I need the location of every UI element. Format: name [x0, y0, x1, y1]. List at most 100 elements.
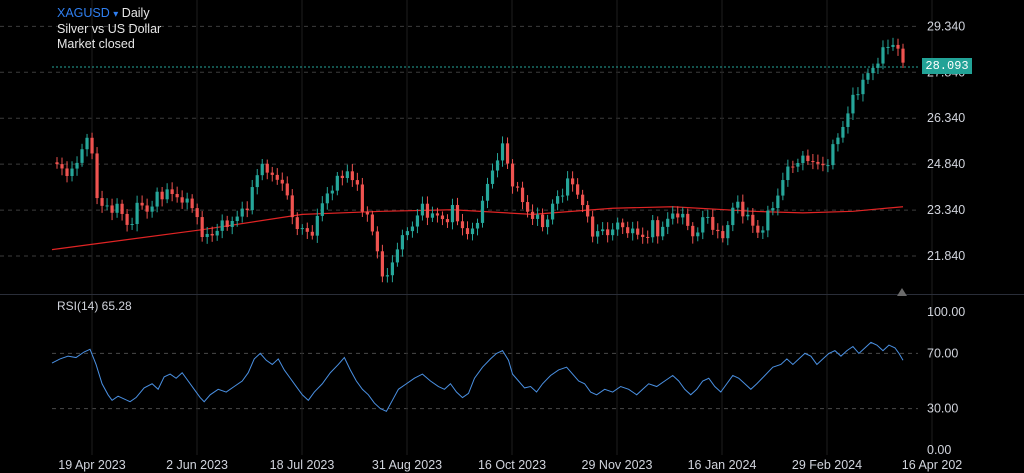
price-axis[interactable]: 29.34027.84026.34024.84023.34021.840: [927, 19, 965, 263]
candle-down: [245, 208, 249, 211]
scroll-marker-icon[interactable]: [897, 288, 907, 296]
candle-down: [360, 184, 364, 212]
candle-up: [410, 226, 415, 232]
candle-down: [170, 189, 174, 194]
candle-down: [290, 195, 294, 218]
candle-down: [505, 143, 510, 164]
candle-up: [490, 170, 495, 184]
candle-down: [125, 213, 129, 225]
candle-up: [796, 163, 800, 167]
candle-up: [315, 215, 319, 236]
candle-up: [260, 163, 264, 176]
candle-up: [776, 195, 780, 209]
candle-up: [881, 47, 885, 64]
candle-down: [145, 205, 149, 212]
candle-up: [85, 137, 89, 150]
candle-down: [55, 162, 59, 165]
candle-up: [866, 73, 870, 80]
candle-up: [846, 113, 850, 127]
candle-up: [165, 189, 169, 200]
candle-down: [816, 161, 820, 164]
candle-down: [791, 166, 795, 168]
candle-up: [596, 231, 600, 237]
candle-down: [525, 202, 530, 212]
candle-up: [826, 165, 830, 167]
candle-down: [190, 198, 194, 209]
price-tick-label: 21.840: [927, 249, 965, 263]
candle-up: [495, 160, 500, 171]
candle-down: [365, 211, 369, 215]
price-tick-label: 29.340: [927, 19, 965, 33]
candle-down: [465, 228, 470, 235]
candle-up: [230, 220, 234, 227]
time-tick-label: 16 Oct 2023: [478, 458, 546, 472]
candle-down: [811, 161, 815, 163]
candle-up: [80, 149, 84, 163]
candle-up: [485, 183, 490, 201]
candle-up: [205, 233, 209, 238]
candle-down: [756, 225, 760, 233]
candle-down: [120, 203, 124, 214]
candle-up: [255, 175, 259, 188]
candle-up: [430, 213, 435, 218]
candle-down: [656, 220, 660, 237]
candle-up: [400, 235, 405, 250]
candle-down: [716, 229, 720, 232]
candle-up: [345, 171, 349, 179]
candle-up: [761, 230, 765, 233]
candle-down: [295, 217, 299, 230]
candle-down: [355, 180, 359, 185]
rsi-axis[interactable]: 100.00 70.00 30.00 0.00: [927, 305, 965, 457]
candle-up: [616, 222, 620, 230]
candle-down: [571, 178, 575, 185]
candle-up: [75, 162, 79, 169]
rsi-line: [51, 341, 904, 413]
candle-up: [831, 144, 835, 166]
time-tick-label: 29 Feb 2024: [792, 458, 862, 472]
chart-canvas[interactable]: 29.34027.84026.34024.84023.34021.840 100…: [0, 0, 1024, 473]
candle-down: [175, 193, 179, 198]
candle-down: [741, 201, 745, 217]
candle-up: [701, 217, 705, 233]
candle-up: [105, 205, 109, 207]
time-axis[interactable]: 19 Apr 2023 2 Jun 2023 18 Jul 2023 31 Aug 2…: [58, 458, 962, 472]
candle-down: [140, 202, 144, 206]
candle-up: [330, 190, 334, 194]
candle-down: [375, 231, 379, 252]
candle-down: [821, 163, 825, 166]
candle-up: [771, 208, 775, 211]
candle-up: [706, 216, 710, 218]
candle-down: [515, 186, 520, 188]
candle-up: [696, 232, 700, 237]
candle-up: [566, 178, 570, 196]
candle-series: [55, 37, 905, 283]
symbol-header[interactable]: XAGUSD ▾ Daily: [57, 6, 150, 20]
candle-up: [786, 166, 790, 181]
candle-down: [711, 216, 715, 230]
candle-down: [435, 213, 440, 216]
candle-down: [806, 155, 810, 162]
candle-down: [270, 172, 274, 175]
candle-up: [500, 143, 505, 161]
rsi-indicator-label[interactable]: RSI(14) 65.28: [57, 299, 132, 313]
candle-up: [475, 222, 480, 229]
candle-up: [781, 180, 785, 196]
candle-down: [621, 222, 625, 228]
candle-up: [671, 213, 675, 219]
candle-up: [836, 137, 840, 145]
candle-up: [681, 213, 685, 218]
symbol-name[interactable]: XAGUSD: [57, 6, 110, 20]
symbol-description: Silver vs US Dollar: [57, 22, 162, 36]
candle-down: [110, 205, 114, 213]
candle-down: [380, 251, 384, 277]
candle-down: [425, 203, 430, 218]
candle-up: [235, 216, 239, 221]
candle-up: [395, 249, 400, 263]
candle-down: [606, 229, 610, 236]
candle-up: [320, 203, 324, 216]
chevron-down-icon[interactable]: ▾: [113, 9, 118, 20]
candle-up: [891, 44, 895, 47]
candle-down: [901, 48, 905, 63]
price-tick-label: 23.340: [927, 203, 965, 217]
candle-up: [601, 229, 605, 232]
